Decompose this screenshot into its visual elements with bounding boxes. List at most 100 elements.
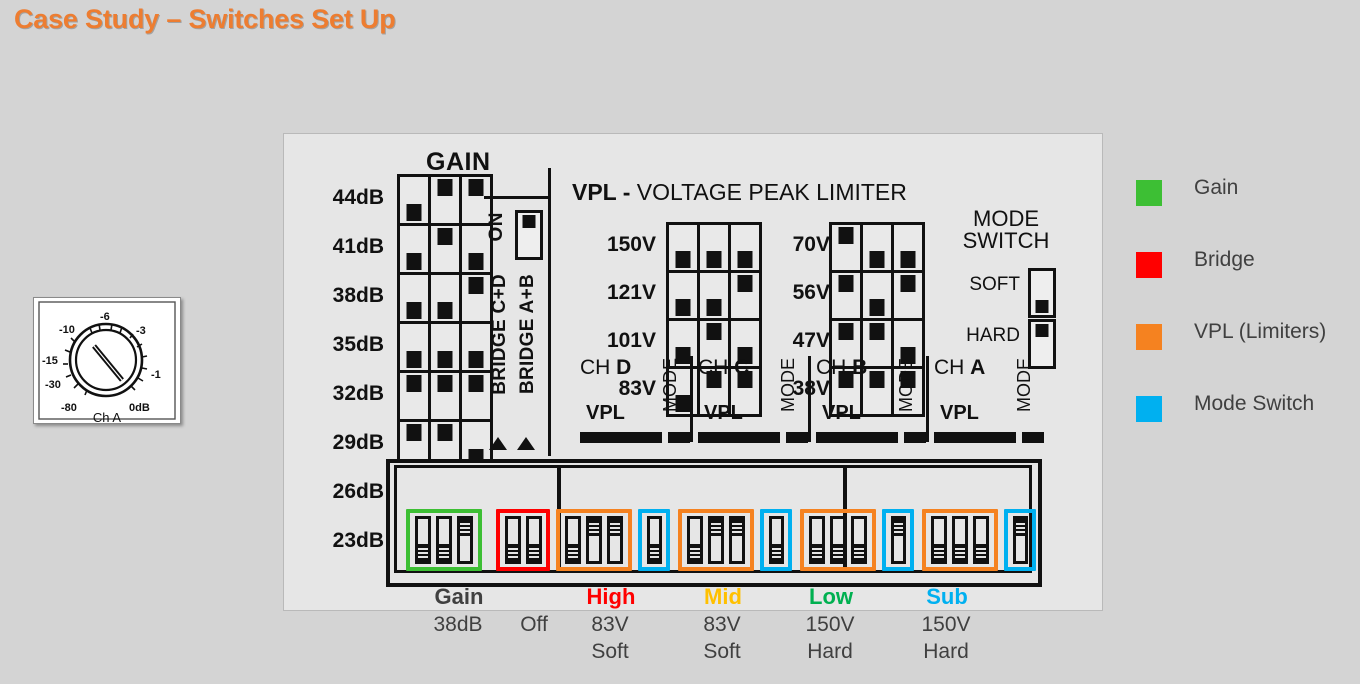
dip-group-vpl-chb[interactable] (800, 509, 876, 571)
svg-text:0dB: 0dB (129, 402, 150, 414)
switch-position-marker (706, 323, 722, 340)
bottom-label-row: Gain High Mid Low Sub (284, 584, 1102, 610)
gain-row-label: 23dB (332, 529, 384, 552)
switch-matrix-cell (894, 225, 922, 273)
switch-position-marker (869, 251, 885, 268)
dip-switch-lever (832, 544, 844, 561)
dip-switch[interactable] (607, 516, 624, 564)
switch-position-marker (406, 375, 422, 392)
dip-switch[interactable] (851, 516, 868, 564)
vpl-left-row-label: 121V (606, 281, 656, 304)
summary-value-primary: 150V (805, 613, 855, 636)
switch-position-marker (737, 275, 753, 292)
dip-switch-lever (771, 544, 781, 561)
switch-matrix-cell (400, 226, 428, 275)
channel-mode-label: MODE (896, 358, 916, 412)
switch-matrix-cell (400, 275, 428, 324)
dip-group-vpl-chc[interactable] (678, 509, 754, 571)
switch-position-marker (838, 227, 854, 244)
gain-title: GAIN (426, 148, 491, 176)
vpl-left-row-label: 150V (606, 233, 656, 256)
gain-row-label: 38dB (332, 284, 384, 307)
dip-switch-lever (893, 519, 903, 536)
channel-name: CH A (934, 356, 986, 379)
dip-switch[interactable] (457, 516, 474, 564)
vpl-right-row-label: 70V (792, 233, 830, 256)
dip-switch-lever (460, 519, 471, 536)
channel-vpl-underline (816, 432, 898, 443)
channel-vpl-underline (934, 432, 1016, 443)
gain-row-label: 35dB (332, 333, 384, 356)
dip-group-gain[interactable] (406, 509, 482, 571)
switch-position-marker (437, 351, 453, 368)
switch-position-marker (737, 251, 753, 268)
channel-separator (690, 356, 693, 442)
channel-label-row: CH D VPL MODE CH C VPL MODE CH B VPL MODE CH A VPL… (572, 356, 1044, 448)
dip-group-mode-cha[interactable] (1004, 509, 1036, 571)
switch-matrix-cell (462, 275, 490, 324)
dip-switch-lever (689, 544, 700, 561)
switch-matrix-cell (431, 373, 459, 422)
bottom-label-sub: Sub (926, 584, 968, 609)
dip-switch[interactable] (973, 516, 990, 564)
dip-switch[interactable] (414, 516, 431, 564)
dip-switch[interactable] (1012, 516, 1028, 564)
channel-mode-underline (786, 432, 808, 443)
switch-position-marker (468, 179, 484, 196)
dip-group-vpl-chd[interactable] (556, 509, 632, 571)
summary-value-secondary: Hard (923, 639, 969, 663)
dip-switch[interactable] (564, 516, 581, 564)
vpl-left-row-label: 101V (606, 329, 656, 352)
switch-position-marker (900, 275, 916, 292)
switch-position-marker (706, 299, 722, 316)
dip-group-vpl-cha[interactable] (922, 509, 998, 571)
dip-group-mode-chd[interactable] (638, 509, 670, 571)
dip-group-bridge[interactable] (496, 509, 550, 571)
dip-switch-lever (588, 519, 600, 536)
dip-switch[interactable] (646, 516, 662, 564)
dip-switch[interactable] (808, 516, 825, 564)
channel-name: CH C (698, 356, 750, 379)
dip-switch[interactable] (930, 516, 947, 564)
on-label: ON (486, 212, 507, 242)
channel-separator (926, 356, 929, 442)
legend-item-gain: Gain (1136, 176, 1360, 248)
dip-switch-lever (933, 544, 944, 561)
dip-switch-lever (1015, 519, 1025, 536)
dip-switch[interactable] (951, 516, 969, 564)
switch-matrix-cell (431, 226, 459, 275)
soft-label: SOFT (969, 274, 1020, 295)
dip-switch[interactable] (585, 516, 603, 564)
dip-switch[interactable] (525, 516, 542, 564)
switch-position-marker (406, 302, 422, 319)
dip-switch[interactable] (768, 516, 784, 564)
dip-switch[interactable] (729, 516, 746, 564)
switch-position-marker (869, 323, 885, 340)
summary-value-secondary: Soft (591, 639, 629, 663)
dip-group-mode-chc[interactable] (760, 509, 792, 571)
switch-matrix-cell (431, 324, 459, 373)
gain-row-label: 26dB (332, 480, 384, 503)
switch-position-marker (468, 253, 484, 270)
summary-cell: 150V Hard (891, 612, 1001, 666)
dip-switch[interactable] (435, 516, 453, 564)
dip-switch[interactable] (890, 516, 906, 564)
bridge-cd-label: BRIDGE C+D (489, 274, 510, 395)
vpl-heading: VPL - VOLTAGE PEAK LIMITER (572, 179, 907, 206)
dip-switch[interactable] (829, 516, 847, 564)
switch-matrix-cell (700, 273, 728, 321)
dip-switch[interactable] (504, 516, 521, 564)
channel-name: CH B (816, 356, 868, 379)
legend-label: Gain (1194, 176, 1239, 199)
svg-text:-80: -80 (61, 402, 77, 414)
dip-switch[interactable] (707, 516, 725, 564)
dip-group-mode-chb[interactable] (882, 509, 914, 571)
svg-text:-3: -3 (136, 325, 146, 337)
soft-mode-switch (1028, 268, 1056, 318)
switch-matrix-cell (400, 324, 428, 373)
channel-group-d: CH D VPL MODE (580, 356, 690, 448)
summary-cell: 83V Soft (555, 612, 665, 666)
channel-group-c: CH C VPL MODE (698, 356, 808, 448)
switch-position-marker (838, 323, 854, 340)
dip-switch[interactable] (686, 516, 703, 564)
